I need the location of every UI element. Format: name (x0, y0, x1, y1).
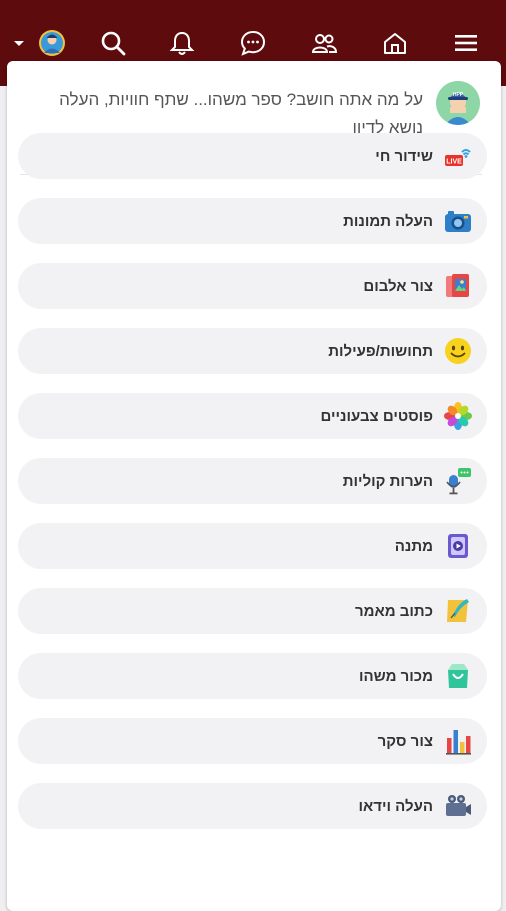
menu-item-create-poll[interactable]: צור סקר (18, 718, 487, 764)
menu-item-label: מכור משהו (358, 667, 433, 685)
quill-article-icon (443, 596, 473, 626)
search-icon[interactable] (98, 28, 128, 58)
color-flower-icon (443, 401, 473, 431)
dropdown-arrow-icon[interactable] (12, 28, 26, 58)
menu-item-write-article[interactable]: כתוב מאמר (18, 588, 487, 634)
camera-icon (443, 206, 473, 236)
menu-item-label: העלה תמונות (343, 212, 433, 230)
poll-bars-icon (443, 726, 473, 756)
menu-item-gift[interactable]: מתנה (18, 523, 487, 569)
smiley-icon (443, 336, 473, 366)
svg-text:LIVE: LIVE (446, 159, 462, 166)
menu-item-label: מתנה (394, 537, 433, 555)
home-icon[interactable] (380, 28, 410, 58)
menu-item-label: כתוב מאמר (354, 602, 433, 620)
menu-item-feelings-activity[interactable]: תחושות/פעילות (18, 328, 487, 374)
hamburger-menu-icon[interactable] (451, 28, 481, 58)
svg-text:HPP: HPP (453, 92, 464, 98)
menu-item-upload-photos[interactable]: העלה תמונות (18, 198, 487, 244)
chat-icon[interactable] (238, 28, 268, 58)
menu-item-live-broadcast[interactable]: LIVE שידור חי (18, 133, 487, 179)
menu-item-label: הערות קוליות (342, 472, 433, 490)
menu-item-voice-notes[interactable]: הערות קוליות (18, 458, 487, 504)
friends-icon[interactable] (309, 28, 339, 58)
menu-item-colored-posts[interactable]: פוסטים צבעוניים (18, 393, 487, 439)
menu-item-label: העלה וידאו (358, 797, 433, 815)
menu-item-label: צור אלבום (363, 277, 433, 295)
menu-item-label: צור סקר (377, 732, 433, 750)
avatar[interactable]: HPP (436, 81, 480, 125)
shopping-bag-icon (443, 661, 473, 691)
user-avatar-icon[interactable] (37, 28, 67, 58)
menu-item-sell-something[interactable]: מכור משהו (18, 653, 487, 699)
menu-item-label: פוסטים צבעוניים (320, 407, 433, 425)
menu-item-upload-video[interactable]: העלה וידאו (18, 783, 487, 829)
menu-item-create-album[interactable]: צור אלבום (18, 263, 487, 309)
microphone-icon (443, 466, 473, 496)
album-icon (443, 271, 473, 301)
menu-item-label: תחושות/פעילות (328, 342, 433, 360)
menu-item-label: שידור חי (375, 147, 433, 165)
gift-icon (443, 531, 473, 561)
video-camera-icon (443, 791, 473, 821)
post-options-list: LIVE שידור חי העלה תמונות צור אלבום תחוש… (18, 133, 487, 848)
live-broadcast-icon: LIVE (443, 141, 473, 171)
bell-icon[interactable] (167, 28, 197, 58)
